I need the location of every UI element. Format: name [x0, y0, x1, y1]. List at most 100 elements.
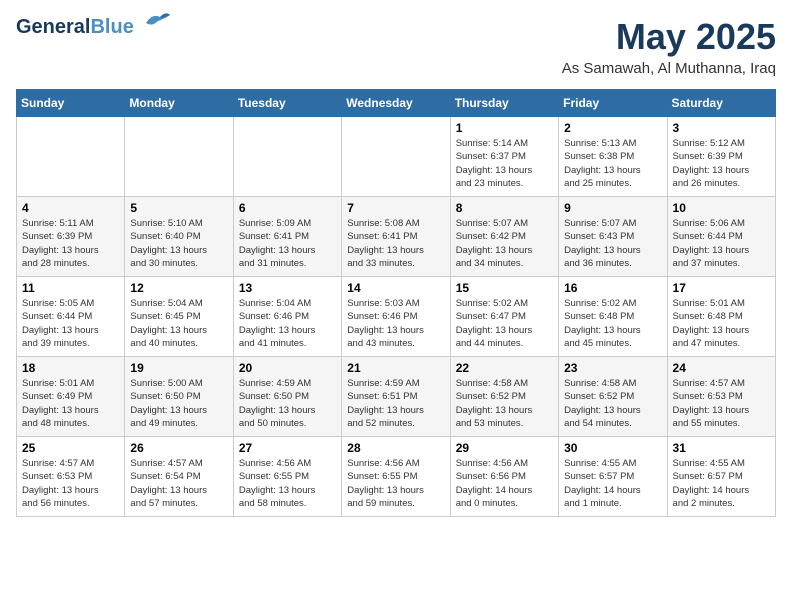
- calendar-cell: 27Sunrise: 4:56 AM Sunset: 6:55 PM Dayli…: [233, 437, 341, 517]
- day-info: Sunrise: 5:08 AM Sunset: 6:41 PM Dayligh…: [347, 217, 444, 270]
- day-info: Sunrise: 5:02 AM Sunset: 6:48 PM Dayligh…: [564, 297, 661, 350]
- calendar-cell: 25Sunrise: 4:57 AM Sunset: 6:53 PM Dayli…: [17, 437, 125, 517]
- col-header-friday: Friday: [559, 90, 667, 117]
- day-number: 20: [239, 361, 336, 375]
- calendar-cell: 7 Sunrise: 5:08 AM Sunset: 6:41 PM Daylig…: [342, 197, 450, 277]
- calendar-cell: 29 Sunrise: 4:56 AM Sunset: 6:56 PM Dayli…: [450, 437, 558, 517]
- calendar-title: May 2025: [562, 16, 776, 58]
- day-number: 3: [673, 121, 770, 135]
- day-number: 29: [456, 441, 553, 455]
- day-number: 22: [456, 361, 553, 375]
- page-header: GeneralBlue May 2025 As Samawah, Al Muth…: [16, 16, 776, 77]
- calendar-cell: 15 Sunrise: 5:02 AM Sunset: 6:47 PM Dayli…: [450, 277, 558, 357]
- day-info: Sunrise: 5:12 AM Sunset: 6:39 PM Dayligh…: [673, 137, 770, 190]
- calendar-cell: 24 Sunrise: 4:57 AM Sunset: 6:53 PM Dayli…: [667, 357, 775, 437]
- day-info: Sunrise: 4:55 AM Sunset: 6:57 PM Dayligh…: [564, 457, 661, 510]
- day-info: Sunrise: 4:57 AM Sunset: 6:53 PM Dayligh…: [673, 377, 770, 430]
- calendar-cell: 20 Sunrise: 4:59 AM Sunset: 6:50 PM Dayli…: [233, 357, 341, 437]
- day-number: 12: [130, 281, 227, 295]
- calendar-cell: 12 Sunrise: 5:04 AM Sunset: 6:45 PM Dayli…: [125, 277, 233, 357]
- week-row-1: 1Sunrise: 5:14 AM Sunset: 6:37 PM Daylig…: [17, 117, 776, 197]
- day-info: Sunrise: 4:59 AM Sunset: 6:50 PM Dayligh…: [239, 377, 336, 430]
- week-row-2: 4 Sunrise: 5:11 AM Sunset: 6:39 PM Daylig…: [17, 197, 776, 277]
- title-block: May 2025 As Samawah, Al Muthanna, Iraq: [562, 16, 776, 77]
- logo-text: GeneralBlue: [16, 16, 134, 38]
- day-info: Sunrise: 5:06 AM Sunset: 6:44 PM Dayligh…: [673, 217, 770, 270]
- day-info: Sunrise: 5:03 AM Sunset: 6:46 PM Dayligh…: [347, 297, 444, 350]
- calendar-cell: 10Sunrise: 5:06 AM Sunset: 6:44 PM Dayli…: [667, 197, 775, 277]
- day-number: 26: [130, 441, 227, 455]
- calendar-table: SundayMondayTuesdayWednesdayThursdayFrid…: [16, 89, 776, 517]
- calendar-cell: 14Sunrise: 5:03 AM Sunset: 6:46 PM Dayli…: [342, 277, 450, 357]
- day-number: 8: [456, 201, 553, 215]
- logo: GeneralBlue: [16, 16, 170, 38]
- calendar-cell: 9 Sunrise: 5:07 AM Sunset: 6:43 PM Daylig…: [559, 197, 667, 277]
- day-number: 16: [564, 281, 661, 295]
- day-number: 17: [673, 281, 770, 295]
- day-number: 18: [22, 361, 119, 375]
- day-info: Sunrise: 5:11 AM Sunset: 6:39 PM Dayligh…: [22, 217, 119, 270]
- day-info: Sunrise: 5:04 AM Sunset: 6:46 PM Dayligh…: [239, 297, 336, 350]
- day-info: Sunrise: 4:55 AM Sunset: 6:57 PM Dayligh…: [673, 457, 770, 510]
- day-number: 4: [22, 201, 119, 215]
- calendar-cell: 28Sunrise: 4:56 AM Sunset: 6:55 PM Dayli…: [342, 437, 450, 517]
- day-number: 21: [347, 361, 444, 375]
- col-header-wednesday: Wednesday: [342, 90, 450, 117]
- calendar-cell: 8Sunrise: 5:07 AM Sunset: 6:42 PM Daylig…: [450, 197, 558, 277]
- calendar-cell: 31Sunrise: 4:55 AM Sunset: 6:57 PM Dayli…: [667, 437, 775, 517]
- day-info: Sunrise: 5:01 AM Sunset: 6:48 PM Dayligh…: [673, 297, 770, 350]
- col-header-tuesday: Tuesday: [233, 90, 341, 117]
- calendar-subtitle: As Samawah, Al Muthanna, Iraq: [562, 60, 776, 77]
- day-number: 30: [564, 441, 661, 455]
- day-number: 28: [347, 441, 444, 455]
- day-number: 15: [456, 281, 553, 295]
- day-info: Sunrise: 4:56 AM Sunset: 6:56 PM Dayligh…: [456, 457, 553, 510]
- calendar-cell: 23 Sunrise: 4:58 AM Sunset: 6:52 PM Dayli…: [559, 357, 667, 437]
- day-info: Sunrise: 5:07 AM Sunset: 6:43 PM Dayligh…: [564, 217, 661, 270]
- calendar-cell: 13 Sunrise: 5:04 AM Sunset: 6:46 PM Dayli…: [233, 277, 341, 357]
- calendar-cell: 6Sunrise: 5:09 AM Sunset: 6:41 PM Daylig…: [233, 197, 341, 277]
- week-row-4: 18Sunrise: 5:01 AM Sunset: 6:49 PM Dayli…: [17, 357, 776, 437]
- calendar-cell: 16 Sunrise: 5:02 AM Sunset: 6:48 PM Dayli…: [559, 277, 667, 357]
- day-number: 24: [673, 361, 770, 375]
- day-number: 23: [564, 361, 661, 375]
- calendar-cell: 22 Sunrise: 4:58 AM Sunset: 6:52 PM Dayli…: [450, 357, 558, 437]
- day-info: Sunrise: 5:00 AM Sunset: 6:50 PM Dayligh…: [130, 377, 227, 430]
- day-info: Sunrise: 4:58 AM Sunset: 6:52 PM Dayligh…: [564, 377, 661, 430]
- day-number: 25: [22, 441, 119, 455]
- day-info: Sunrise: 4:57 AM Sunset: 6:54 PM Dayligh…: [130, 457, 227, 510]
- calendar-cell: [342, 117, 450, 197]
- day-info: Sunrise: 4:59 AM Sunset: 6:51 PM Dayligh…: [347, 377, 444, 430]
- logo-bird-icon: [138, 11, 170, 33]
- calendar-cell: 2 Sunrise: 5:13 AM Sunset: 6:38 PM Daylig…: [559, 117, 667, 197]
- col-header-thursday: Thursday: [450, 90, 558, 117]
- day-info: Sunrise: 5:13 AM Sunset: 6:38 PM Dayligh…: [564, 137, 661, 190]
- calendar-cell: 11Sunrise: 5:05 AM Sunset: 6:44 PM Dayli…: [17, 277, 125, 357]
- col-header-monday: Monday: [125, 90, 233, 117]
- day-number: 9: [564, 201, 661, 215]
- calendar-cell: 21 Sunrise: 4:59 AM Sunset: 6:51 PM Dayli…: [342, 357, 450, 437]
- calendar-cell: [17, 117, 125, 197]
- day-number: 19: [130, 361, 227, 375]
- calendar-cell: [125, 117, 233, 197]
- calendar-cell: 19 Sunrise: 5:00 AM Sunset: 6:50 PM Dayli…: [125, 357, 233, 437]
- col-header-saturday: Saturday: [667, 90, 775, 117]
- day-info: Sunrise: 5:02 AM Sunset: 6:47 PM Dayligh…: [456, 297, 553, 350]
- day-info: Sunrise: 5:04 AM Sunset: 6:45 PM Dayligh…: [130, 297, 227, 350]
- day-number: 2: [564, 121, 661, 135]
- day-number: 27: [239, 441, 336, 455]
- day-info: Sunrise: 5:14 AM Sunset: 6:37 PM Dayligh…: [456, 137, 553, 190]
- calendar-cell: 18Sunrise: 5:01 AM Sunset: 6:49 PM Dayli…: [17, 357, 125, 437]
- col-header-sunday: Sunday: [17, 90, 125, 117]
- day-number: 13: [239, 281, 336, 295]
- day-number: 5: [130, 201, 227, 215]
- day-info: Sunrise: 4:58 AM Sunset: 6:52 PM Dayligh…: [456, 377, 553, 430]
- calendar-cell: 5Sunrise: 5:10 AM Sunset: 6:40 PM Daylig…: [125, 197, 233, 277]
- calendar-cell: 26 Sunrise: 4:57 AM Sunset: 6:54 PM Dayli…: [125, 437, 233, 517]
- day-number: 7: [347, 201, 444, 215]
- day-number: 11: [22, 281, 119, 295]
- calendar-cell: 1Sunrise: 5:14 AM Sunset: 6:37 PM Daylig…: [450, 117, 558, 197]
- calendar-cell: 3 Sunrise: 5:12 AM Sunset: 6:39 PM Daylig…: [667, 117, 775, 197]
- calendar-cell: [233, 117, 341, 197]
- day-info: Sunrise: 5:09 AM Sunset: 6:41 PM Dayligh…: [239, 217, 336, 270]
